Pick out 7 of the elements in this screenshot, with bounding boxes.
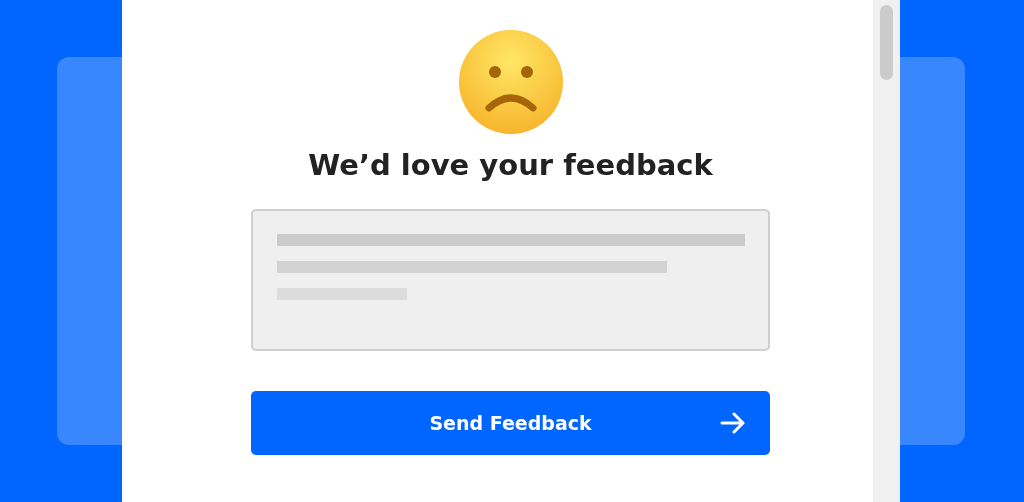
scrollbar-thumb[interactable] xyxy=(880,5,893,80)
feedback-field[interactable] xyxy=(251,208,770,351)
send-feedback-button[interactable]: Send Feedback xyxy=(251,390,770,455)
scrollbar[interactable] xyxy=(873,0,900,502)
sad-face-icon xyxy=(458,30,563,134)
title: We’d love your feedback xyxy=(308,148,713,183)
arrow-right-icon xyxy=(720,411,746,434)
